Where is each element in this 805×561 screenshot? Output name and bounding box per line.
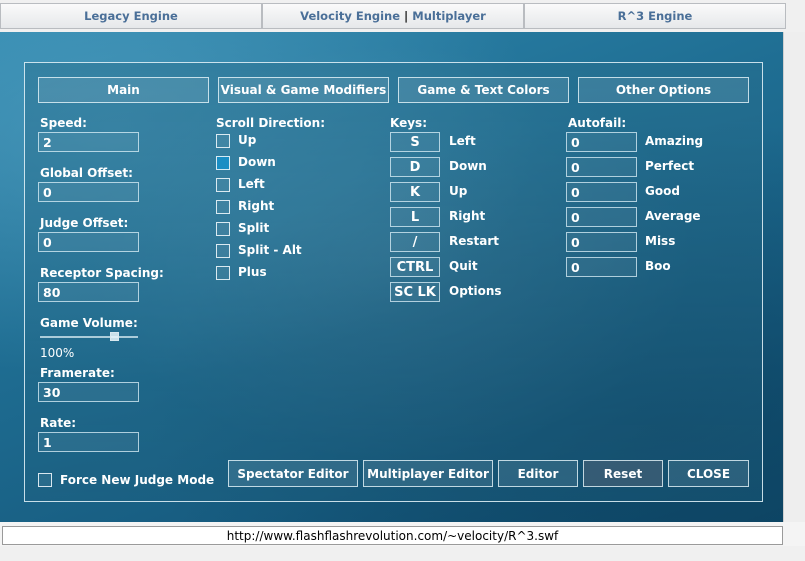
game-volume-label: Game Volume: — [40, 316, 138, 330]
autofail-input[interactable]: 0 — [566, 207, 637, 227]
panel-tab-main[interactable]: Main — [38, 77, 209, 103]
scroll-option-label: Down — [238, 155, 276, 169]
rate-label: Rate: — [40, 416, 77, 430]
panel-tab-colors[interactable]: Game & Text Colors — [398, 77, 569, 103]
scroll-option-checkbox[interactable] — [216, 134, 230, 148]
game-volume-value: 100% — [40, 346, 75, 360]
speed-input[interactable]: 2 — [38, 132, 139, 152]
keybind-action-label: Up — [449, 184, 468, 198]
rate-input[interactable]: 1 — [38, 432, 139, 452]
volume-slider-track[interactable] — [40, 336, 138, 338]
keybind-action-label: Down — [449, 159, 487, 173]
keybind-button[interactable]: / — [390, 232, 440, 252]
engine-tab-bar: Legacy Engine Velocity Engine | Multipla… — [0, 0, 805, 32]
tab-multiplayer-label[interactable]: Multiplayer — [412, 9, 486, 23]
autofail-judge-label: Average — [645, 209, 701, 223]
autofail-input[interactable]: 0 — [566, 182, 637, 202]
panel-tab-other-options-label: Other Options — [615, 83, 712, 97]
autofail-judge-label: Amazing — [645, 134, 704, 148]
keybind-action-label: Left — [449, 134, 476, 148]
global-offset-input[interactable]: 0 — [38, 182, 139, 202]
receptor-spacing-label: Receptor Spacing: — [40, 266, 164, 280]
receptor-spacing-input[interactable]: 80 — [38, 282, 139, 302]
keybind-action-label: Options — [449, 284, 502, 298]
force-judge-label: Force New Judge Mode — [60, 473, 215, 487]
tab-r3-engine[interactable]: R^3 Engine — [524, 3, 786, 29]
keybind-button[interactable]: D — [390, 157, 440, 177]
editor-button[interactable]: Editor — [498, 460, 578, 487]
keybind-button[interactable]: L — [390, 207, 440, 227]
judge-offset-input[interactable]: 0 — [38, 232, 139, 252]
status-bar — [0, 546, 805, 561]
speed-label: Speed: — [40, 116, 87, 130]
autofail-judge-label: Perfect — [645, 159, 695, 173]
autofail-input[interactable]: 0 — [566, 132, 637, 152]
panel-tab-other-options[interactable]: Other Options — [578, 77, 749, 103]
scroll-option-checkbox[interactable] — [216, 178, 230, 192]
url-text: http://www.flashflashrevolution.com/~vel… — [226, 528, 559, 543]
keybind-action-label: Quit — [449, 259, 478, 273]
scroll-option-label: Up — [238, 133, 257, 147]
panel-tab-main-label: Main — [107, 83, 140, 97]
autofail-input[interactable]: 0 — [566, 232, 637, 252]
keybind-button[interactable]: SC LK — [390, 282, 440, 302]
scroll-option-checkbox[interactable] — [216, 200, 230, 214]
vertical-scrollbar[interactable] — [783, 32, 805, 522]
scroll-option-label: Split — [238, 221, 270, 235]
scroll-option-label: Split - Alt — [238, 243, 302, 257]
autofail-judge-label: Miss — [645, 234, 676, 248]
panel-tab-visual-modifiers-label: Visual & Game Modifiers — [220, 83, 387, 97]
tab-r3-engine-label: R^3 Engine — [617, 9, 693, 23]
tab-legacy-engine[interactable]: Legacy Engine — [0, 3, 262, 29]
tab-legacy-engine-label: Legacy Engine — [84, 9, 178, 23]
tab-separator: | — [404, 9, 409, 23]
scroll-option-label: Plus — [238, 265, 267, 279]
force-judge-checkbox[interactable] — [38, 473, 52, 487]
scroll-option-checkbox[interactable] — [216, 156, 230, 170]
game-stage: Main Visual & Game Modifiers Game & Text… — [0, 32, 783, 522]
close-button[interactable]: CLOSE — [668, 460, 749, 487]
tab-velocity-engine[interactable]: Velocity Engine | Multiplayer — [262, 3, 524, 29]
autofail-judge-label: Good — [645, 184, 680, 198]
framerate-label: Framerate: — [40, 366, 115, 380]
global-offset-label: Global Offset: — [40, 166, 133, 180]
autofail-input[interactable]: 0 — [566, 257, 637, 277]
autofail-judge-label: Boo — [645, 259, 671, 273]
keybind-action-label: Right — [449, 209, 486, 223]
panel-tab-visual-modifiers[interactable]: Visual & Game Modifiers — [218, 77, 389, 103]
multiplayer-editor-button[interactable]: Multiplayer Editor — [363, 460, 493, 487]
volume-slider-handle[interactable] — [109, 332, 119, 341]
keybind-button[interactable]: K — [390, 182, 440, 202]
scroll-option-checkbox[interactable] — [216, 244, 230, 258]
reset-button[interactable]: Reset — [583, 460, 663, 487]
url-bar: http://www.flashflashrevolution.com/~vel… — [2, 526, 783, 545]
keys-label: Keys: — [390, 116, 427, 130]
panel-tab-colors-label: Game & Text Colors — [417, 83, 550, 97]
scroll-option-checkbox[interactable] — [216, 266, 230, 280]
scroll-option-label: Left — [238, 177, 265, 191]
judge-offset-label: Judge Offset: — [40, 216, 129, 230]
scroll-option-label: Right — [238, 199, 275, 213]
tab-velocity-engine-label[interactable]: Velocity Engine — [300, 9, 400, 23]
keybind-action-label: Restart — [449, 234, 500, 248]
autofail-input[interactable]: 0 — [566, 157, 637, 177]
keybind-button[interactable]: S — [390, 132, 440, 152]
autofail-label: Autofail: — [568, 116, 627, 130]
spectator-editor-button[interactable]: Spectator Editor — [228, 460, 358, 487]
keybind-button[interactable]: CTRL — [390, 257, 440, 277]
scroll-option-checkbox[interactable] — [216, 222, 230, 236]
framerate-input[interactable]: 30 — [38, 382, 139, 402]
scroll-direction-label: Scroll Direction: — [216, 116, 326, 130]
